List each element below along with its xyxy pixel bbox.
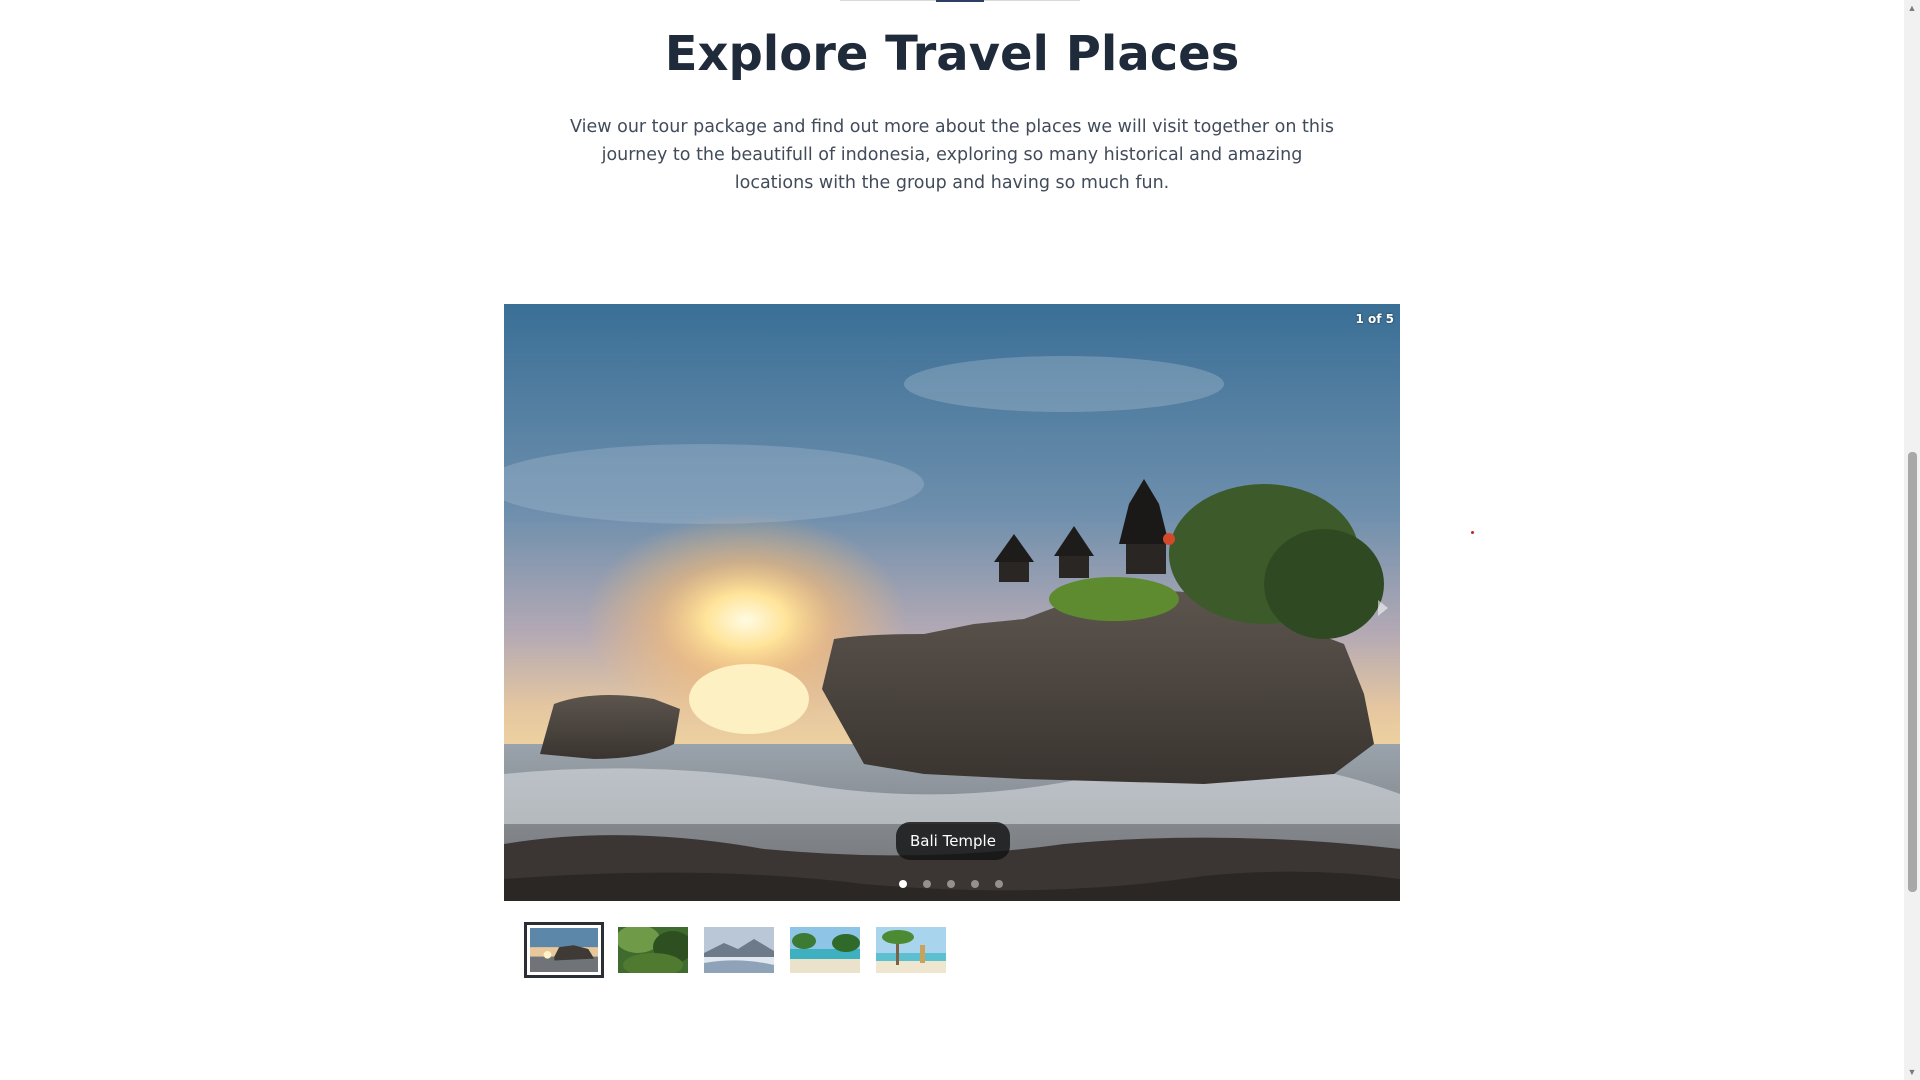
thumbnail-image — [530, 928, 598, 972]
thumbnail-strip — [524, 922, 946, 978]
tab-underline[interactable] — [840, 0, 936, 1]
thumbnail-palm-beach[interactable] — [876, 927, 946, 973]
thumbnail-volcano[interactable] — [704, 927, 774, 973]
scroll-up-icon[interactable]: ▲ — [1904, 0, 1920, 16]
scrollbar-thumb[interactable] — [1908, 452, 1917, 892]
thumbnail-image — [790, 927, 860, 973]
thumbnail-image — [704, 927, 774, 973]
slide-dots — [899, 880, 1003, 888]
slide-dot-4[interactable] — [971, 880, 979, 888]
tab-underline[interactable] — [984, 0, 1080, 1]
thumbnail-beach[interactable] — [790, 927, 860, 973]
page: Explore Travel Places View our tour pack… — [0, 0, 1920, 1080]
slide-image-bali-temple — [504, 304, 1400, 901]
slide-counter: 1 of 5 — [1355, 312, 1394, 326]
image-gallery[interactable]: 1 of 5 Bali Temple — [504, 304, 1400, 901]
thumbnail-rainforest[interactable] — [618, 927, 688, 973]
thumbnail-image — [876, 927, 946, 973]
slide-caption: Bali Temple — [896, 822, 1010, 860]
top-tab-indicator — [840, 0, 1080, 2]
slide-dot-1[interactable] — [899, 880, 907, 888]
section-title: Explore Travel Places — [664, 26, 1240, 82]
slide-dot-2[interactable] — [923, 880, 931, 888]
thumbnail-image — [618, 927, 688, 973]
scroll-down-icon[interactable]: ▼ — [1904, 1064, 1920, 1080]
cursor-dot — [1471, 531, 1474, 534]
slide-dot-5[interactable] — [995, 880, 1003, 888]
thumbnail-bali-temple[interactable] — [524, 922, 604, 978]
vertical-scrollbar[interactable]: ▲ ▼ — [1904, 0, 1920, 1080]
chevron-right-icon[interactable] — [1376, 596, 1390, 620]
slide-dot-3[interactable] — [947, 880, 955, 888]
section-description: View our tour package and find out more … — [570, 117, 1334, 193]
tab-underline-active[interactable] — [936, 0, 984, 2]
